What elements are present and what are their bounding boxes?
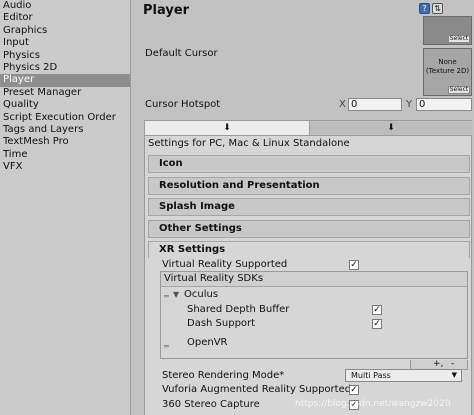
vr-sdks-header: Virtual Reality SDKs [161,272,467,287]
dash-support-label: Dash Support [187,318,256,329]
vr-supported-checkbox[interactable]: ✓ [349,260,359,270]
chevron-down-icon: ▼ [451,371,457,379]
sidebar-item-textmesh-pro[interactable]: TextMesh Pro [0,136,130,148]
stereo-rendering-mode-dropdown[interactable]: Multi Pass ▼ [345,369,462,382]
add-sdk-button[interactable]: +, [433,360,443,369]
tab-android[interactable]: ⬇ [309,121,472,136]
texture-none-text: None (Texture 2D) [425,58,470,75]
stereo-mode-value: Multi Pass [351,371,391,380]
vuforia-label: Vuforia Augmented Reality Supported [162,384,352,395]
platform-settings-title: Settings for PC, Mac & Linux Standalone [148,138,350,149]
sidebar-item-physics[interactable]: Physics [0,50,130,62]
default-cursor-label: Default Cursor [145,48,218,59]
sidebar-item-editor[interactable]: Editor [0,12,130,24]
settings-category-list: Audio Editor Graphics Input Physics Phys… [0,0,131,415]
section-resolution-and-presentation[interactable]: Resolution and Presentation [148,177,470,195]
section-splash-image[interactable]: Splash Image [148,198,470,216]
sidebar-item-input[interactable]: Input [0,37,130,49]
cursor-hotspot-label: Cursor Hotspot [145,99,221,110]
standalone-download-icon: ⬇ [223,123,231,133]
section-icon[interactable]: Icon [148,155,470,173]
hotspot-y-field[interactable]: 0 [416,98,472,111]
default-cursor-texture-field[interactable]: Select [423,16,472,45]
stereo-rendering-mode-label: Stereo Rendering Mode* [162,370,285,381]
remove-sdk-button[interactable]: - [451,360,454,369]
vr-supported-label: Virtual Reality Supported [162,259,288,270]
sidebar-item-audio[interactable]: Audio [0,0,130,12]
360-stereo-capture-label: 360 Stereo Capture [162,399,260,410]
sidebar-item-script-execution-order[interactable]: Script Execution Order [0,112,130,124]
hotspot-x-field[interactable]: 0 [348,98,402,111]
sidebar-item-preset-manager[interactable]: Preset Manager [0,87,130,99]
openvr-label: OpenVR [187,337,228,348]
cursor-texture-preview[interactable]: None (Texture 2D) Select [423,48,472,96]
settings-sliders-icon[interactable]: ⇅ [432,3,443,14]
sidebar-item-player[interactable]: Player [0,74,130,87]
page-title: Player [143,3,190,18]
sidebar-item-tags-and-layers[interactable]: Tags and Layers [0,124,130,136]
shared-depth-buffer-label: Shared Depth Buffer [187,304,290,315]
sidebar-item-physics-2d[interactable]: Physics 2D [0,62,130,74]
drag-handle-icon[interactable]: ═ [164,292,169,301]
sidebar-item-graphics[interactable]: Graphics [0,25,130,37]
section-other-settings[interactable]: Other Settings [148,220,470,238]
dash-support-checkbox[interactable]: ✓ [372,319,382,329]
foldout-arrow-icon[interactable]: ▼ [173,290,179,299]
shared-depth-buffer-checkbox[interactable]: ✓ [372,305,382,315]
sidebar-item-vfx[interactable]: VFX [0,161,130,173]
hotspot-x-label: X [339,99,346,110]
android-robot-icon: ⬇ [387,123,395,133]
select-cursor-button[interactable]: Select [448,86,470,94]
player-settings-panel: Player ? ⇅ Default Cursor Select None (T… [132,0,474,415]
section-xr-settings[interactable]: XR Settings [148,241,470,258]
sidebar-item-quality[interactable]: Quality [0,99,130,111]
select-texture-button[interactable]: Select [448,35,470,43]
oculus-label: Oculus [184,289,219,300]
help-book-icon[interactable]: ? [419,3,430,14]
tab-standalone[interactable]: ⬇ [145,121,309,136]
drag-handle-icon[interactable]: ═ [164,342,169,351]
hotspot-y-label: Y [406,99,413,110]
sidebar-item-time[interactable]: Time [0,149,130,161]
vuforia-checkbox[interactable]: ✓ [349,385,359,395]
watermark-text: https://blog.csdn.net/wangzw2020 [295,399,451,409]
platform-settings-box: ⬇ ⬇ Settings for PC, Mac & Linux Standal… [144,120,472,415]
vr-sdk-list: Virtual Reality SDKs ═ ▼ Oculus Shared D… [160,271,468,359]
